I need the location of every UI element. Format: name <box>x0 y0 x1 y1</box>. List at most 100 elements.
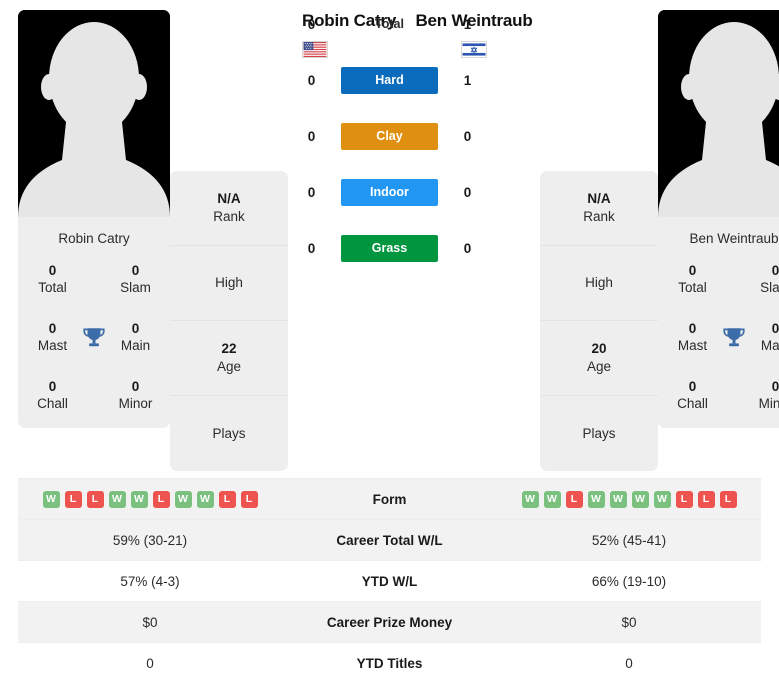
h2h-clay-badge[interactable]: Clay <box>341 122 438 150</box>
left-form-badges: WLLWWLWWLL <box>18 490 282 508</box>
form-badge-w-0: W <box>42 490 60 508</box>
form-badge-l-7: L <box>675 490 693 508</box>
h2h-grass-left-score: 0 <box>307 240 316 256</box>
form-badge-l-2: L <box>86 490 104 508</box>
h2h-hard-right-score: 1 <box>463 72 472 88</box>
form-badge-w-4: W <box>130 490 148 508</box>
left-titles-grid: 0 Total 0 Slam 0 Mast 0 Main 0 Chall 0 M… <box>28 263 160 412</box>
right-info-high-label: High <box>585 275 613 291</box>
right-ytd-wl: 66% (19-10) <box>591 573 667 589</box>
table-row-ytd-titles: 0 YTD Titles 0 <box>18 642 761 683</box>
trophy-glyph-icon <box>83 328 105 347</box>
left-info-plays: Plays <box>170 396 288 471</box>
left-info-rank-label: Rank <box>213 209 245 224</box>
left-titles-chall-label: Chall <box>37 395 68 411</box>
h2h-row-indoor: 0 Indoor 0 <box>301 178 479 206</box>
form-badge-l-8: L <box>697 490 715 508</box>
comparison-stats-table: WLLWWLWWLL Form WWLWWWWLLL 59% (30-21) C… <box>0 478 779 683</box>
left-player-column: Robin Catry 0 Total 0 Slam 0 Mast 0 Main… <box>18 10 170 429</box>
left-titles-chall: 0 Chall <box>28 379 77 413</box>
right-titles-minor: 0 Minor <box>751 379 779 413</box>
left-titles-mast-value: 0 <box>48 320 57 336</box>
head-to-head-surface-list: 0 Total 1 0 Hard 1 0 Clay 0 0 Indoor 0 0… <box>301 10 479 290</box>
right-form-badges: WWLWWWWLLL <box>497 490 761 508</box>
table-row-form: WLLWWLWWLL Form WWLWWWWLLL <box>18 478 761 519</box>
form-badge-w-5: W <box>631 490 649 508</box>
left-player-titles-card: Robin Catry 0 Total 0 Slam 0 Mast 0 Main… <box>18 217 170 429</box>
left-titles-main: 0 Main <box>111 321 160 355</box>
h2h-row-hard: 0 Hard 1 <box>301 66 479 94</box>
right-titles-main-value: 0 <box>771 320 779 336</box>
player-silhouette-icon <box>18 10 170 217</box>
form-badge-w-6: W <box>653 490 671 508</box>
comparison-header: Robin Catry 0 Total 0 Slam 0 Mast 0 Main… <box>0 0 779 478</box>
left-titles-mast-label: Mast <box>37 337 68 353</box>
form-badge-w-1: W <box>543 490 561 508</box>
left-career-prize-money: $0 <box>142 614 158 630</box>
right-info-age-value: 20 <box>591 341 607 357</box>
left-ytd-titles: 0 <box>146 655 154 671</box>
left-titles-main-label: Main <box>120 337 151 353</box>
form-badge-w-6: W <box>174 490 192 508</box>
right-player-photo <box>658 10 779 217</box>
left-player-card-name: Robin Catry <box>58 231 130 246</box>
trophy-glyph-icon <box>723 328 745 347</box>
form-badge-l-9: L <box>240 490 258 508</box>
left-titles-chall-value: 0 <box>48 378 57 394</box>
right-titles-chall-label: Chall <box>677 395 708 411</box>
h2h-total-right-score: 1 <box>463 16 472 32</box>
form-badge-w-3: W <box>587 490 605 508</box>
right-ytd-titles: 0 <box>625 655 633 671</box>
h2h-total-label: Total <box>375 17 404 31</box>
player-silhouette-icon <box>658 10 779 217</box>
table-label-career-total-wl: Career Total W/L <box>336 532 443 548</box>
form-badge-l-8: L <box>218 490 236 508</box>
right-form-cell: WWLWWWWLLL <box>497 490 761 508</box>
right-titles-mast: 0 Mast <box>668 321 717 355</box>
h2h-indoor-badge[interactable]: Indoor <box>341 178 438 206</box>
h2h-hard-badge[interactable]: Hard <box>341 66 438 94</box>
form-badge-l-1: L <box>64 490 82 508</box>
left-player-info-card: N/A Rank High 22 Age Plays <box>170 171 288 471</box>
head-to-head-section: Robin Catry Ben Weintraub 0 Total 1 0 Ha… <box>288 10 540 262</box>
table-row-career-prize-money: $0 Career Prize Money $0 <box>18 601 761 642</box>
h2h-indoor-left-score: 0 <box>307 184 316 200</box>
right-titles-slam: 0 Slam <box>751 263 779 297</box>
right-titles-total: 0 Total <box>668 263 717 297</box>
form-badge-l-5: L <box>152 490 170 508</box>
h2h-hard-left-score: 0 <box>307 72 316 88</box>
right-titles-minor-label: Minor <box>758 395 779 411</box>
table-row-ytd-wl: 57% (4-3) YTD W/L 66% (19-10) <box>18 560 761 601</box>
left-info-high: High <box>170 246 288 321</box>
right-info-plays: Plays <box>540 396 658 471</box>
form-badge-l-2: L <box>565 490 583 508</box>
h2h-clay-right-score: 0 <box>463 128 472 144</box>
right-titles-chall: 0 Chall <box>668 379 717 413</box>
right-career-total-wl: 52% (45-41) <box>591 532 667 548</box>
form-badge-w-3: W <box>108 490 126 508</box>
left-titles-slam-value: 0 <box>131 263 140 279</box>
right-info-high: High <box>540 246 658 321</box>
right-career-prize-money: $0 <box>621 614 637 630</box>
left-titles-total-label: Total <box>38 280 67 296</box>
table-label-ytd-wl: YTD W/L <box>361 573 418 589</box>
left-titles-slam-label: Slam <box>120 280 151 296</box>
right-titles-mast-label: Mast <box>677 337 708 353</box>
right-titles-minor-value: 0 <box>771 378 779 394</box>
right-player-titles-card: Ben Weintraub 0 Total 0 Slam 0 Mast <box>658 217 779 429</box>
h2h-row-total: 0 Total 1 <box>301 10 479 38</box>
right-titles-main-label: Main <box>760 337 779 353</box>
player-comparison-page: Robin Catry 0 Total 0 Slam 0 Mast 0 Main… <box>0 0 779 699</box>
left-player-photo <box>18 10 170 217</box>
right-titles-slam-value: 0 <box>771 263 779 279</box>
left-titles-total-value: 0 <box>48 263 57 279</box>
h2h-row-clay: 0 Clay 0 <box>301 122 479 150</box>
right-info-rank-label: Rank <box>583 209 615 224</box>
left-form-cell: WLLWWLWWLL <box>18 490 282 508</box>
h2h-grass-badge[interactable]: Grass <box>341 234 438 262</box>
h2h-indoor-right-score: 0 <box>463 184 472 200</box>
left-titles-minor-value: 0 <box>131 378 140 394</box>
left-info-age-value: 22 <box>221 341 237 357</box>
right-titles-chall-value: 0 <box>688 378 697 394</box>
left-info-rank-value: N/A <box>217 191 241 207</box>
